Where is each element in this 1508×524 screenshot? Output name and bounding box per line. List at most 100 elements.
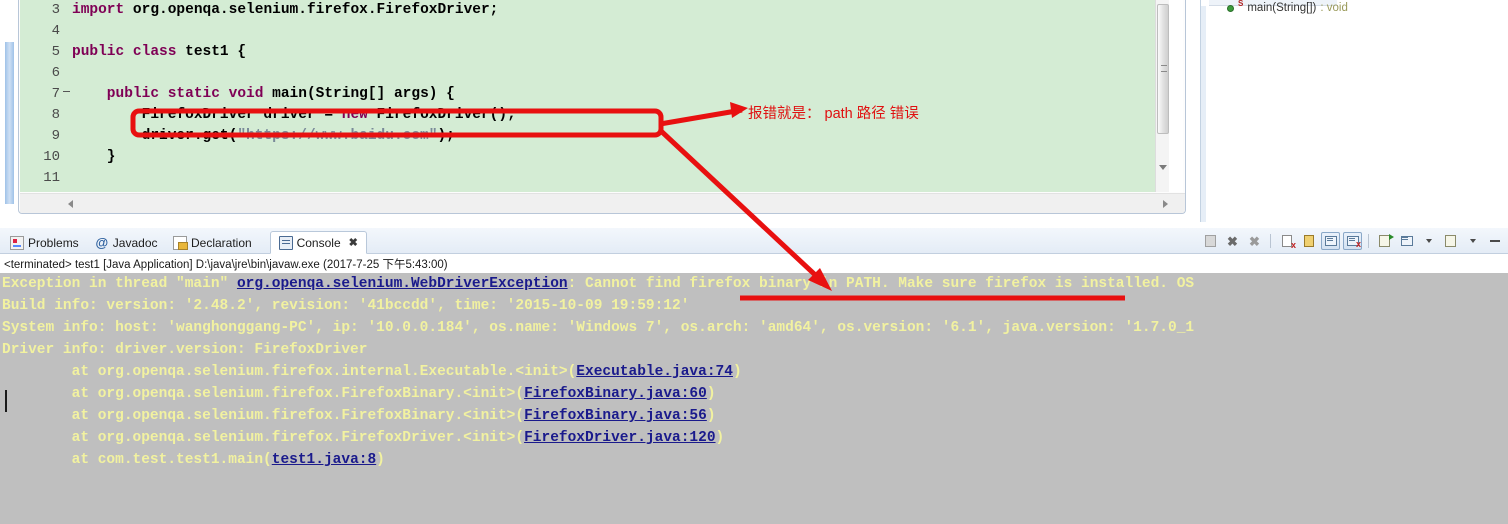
editor-scroll-down-arrow[interactable]	[1159, 165, 1167, 170]
tab-javadoc[interactable]: @ Javadoc	[87, 231, 166, 254]
code-area[interactable]: 3 4 5 6 7 8 9 10 11 import org.openqa.selenium.f…	[20, 0, 1160, 192]
console-text: at org.openqa.selenium.firefox.FirefoxBi…	[2, 386, 525, 402]
console-text: Driver info: driver.version: FirefoxDriv…	[2, 342, 368, 358]
display-selected-console-button[interactable]	[1397, 232, 1416, 250]
line-number: 3	[51, 2, 60, 18]
line-number: 11	[43, 170, 60, 186]
bottom-view-stack: Problems @ Javadoc Declaration Console ✖ ✖ ✖ …	[0, 228, 1508, 524]
code-token: public static void	[72, 86, 264, 102]
code-line[interactable]: FirefoxDriver driver = new FirefoxDriver…	[66, 105, 1160, 126]
console-line: Build info: version: '2.48.2', revision:…	[0, 295, 1508, 317]
editor-change-marker	[5, 42, 14, 204]
code-token: );	[437, 128, 455, 144]
tab-label: Javadoc	[112, 235, 158, 250]
tab-declaration[interactable]: Declaration	[165, 231, 260, 254]
code-line[interactable]	[66, 21, 1160, 42]
clear-console-button[interactable]: x	[1277, 232, 1296, 250]
pin-console-button[interactable]	[1375, 232, 1394, 250]
outline-panel: S main(String[]) : void	[1200, 0, 1508, 222]
line-number: 7	[20, 84, 70, 105]
tab-label: Problems	[28, 235, 79, 250]
terminate-button[interactable]	[1201, 232, 1220, 250]
line-number: 10	[43, 149, 60, 165]
code-line[interactable]: public static void main(String[] args) {	[66, 84, 1160, 105]
console-line: at org.openqa.selenium.firefox.FirefoxDr…	[0, 427, 1508, 449]
code-editor-panel: 3 4 5 6 7 8 9 10 11 import org.openqa.selenium.f…	[0, 0, 1190, 220]
editor-vscroll-thumb[interactable]	[1157, 4, 1169, 134]
code-token: FirefoxDriver();	[367, 107, 516, 123]
editor-frame[interactable]: 3 4 5 6 7 8 9 10 11 import org.openqa.selenium.f…	[18, 0, 1186, 214]
code-line[interactable]: driver.get("https://www.baidu.com");	[66, 126, 1160, 147]
console-text: Exception in thread "main"	[2, 276, 237, 292]
editor-horizontal-scrollbar[interactable]	[20, 193, 1185, 213]
tab-problems[interactable]: Problems	[2, 231, 87, 254]
editor-left-strip	[0, 0, 18, 220]
line-number: 8	[51, 107, 60, 123]
console-stacktrace-link[interactable]: FirefoxDriver.java:120	[524, 430, 715, 446]
console-lines: Exception in thread "main" org.openqa.se…	[0, 273, 1508, 471]
code-line[interactable]	[66, 63, 1160, 84]
code-token: org.openqa.selenium.firefox.FirefoxDrive…	[124, 2, 499, 18]
problems-icon	[10, 235, 24, 250]
editor-vertical-scrollbar[interactable]	[1155, 0, 1169, 192]
console-text: )	[706, 386, 716, 402]
console-text: : Cannot find firefox binary in PATH. Ma…	[567, 276, 1195, 292]
editor-overview-ruler[interactable]	[1169, 0, 1183, 192]
outline-item-label: main(String[])	[1247, 2, 1317, 14]
open-console-dropdown[interactable]	[1463, 232, 1482, 250]
console-text: at org.openqa.selenium.firefox.FirefoxBi…	[2, 408, 525, 424]
tab-close-icon[interactable]: ✖	[349, 236, 358, 249]
outline-left-edge	[1201, 6, 1206, 222]
console-stacktrace-link[interactable]: Executable.java:74	[576, 364, 733, 380]
open-console-button[interactable]	[1441, 232, 1460, 250]
console-line: at org.openqa.selenium.firefox.FirefoxBi…	[0, 405, 1508, 427]
console-text: )	[715, 430, 725, 446]
console-output[interactable]: Exception in thread "main" org.openqa.se…	[0, 273, 1508, 524]
remove-all-terminated-button[interactable]: ✖	[1245, 232, 1264, 250]
line-number: 9	[51, 128, 60, 144]
editor-scroll-left-arrow[interactable]	[68, 200, 73, 208]
screenshot-root: 3 4 5 6 7 8 9 10 11 import org.openqa.selenium.f…	[0, 0, 1508, 524]
console-icon	[278, 235, 293, 250]
declaration-icon	[173, 235, 188, 250]
public-method-icon	[1227, 4, 1234, 12]
outline-item-main-method[interactable]: S main(String[]) : void	[1227, 0, 1348, 14]
annotation-note-text: 报错就是： path 路径 错误	[748, 106, 919, 122]
code-token: main(String[] args) {	[263, 86, 455, 102]
code-line[interactable]: import org.openqa.selenium.firefox.Firef…	[66, 0, 1160, 21]
remove-launch-button[interactable]: ✖	[1223, 232, 1242, 250]
console-stacktrace-link[interactable]: test1.java:8	[272, 452, 376, 468]
console-text-cursor	[5, 390, 7, 412]
code-token: "https://www.baidu.com"	[237, 128, 438, 144]
minimize-button[interactable]	[1485, 232, 1504, 250]
code-line[interactable]	[66, 168, 1160, 189]
console-text: System info: host: 'wanghonggang-PC', ip…	[2, 320, 1195, 336]
terminated-process-label: <terminated> test1 [Java Application] D:…	[4, 259, 448, 271]
scroll-lock-button[interactable]	[1299, 232, 1318, 250]
show-console-on-stderr-button[interactable]: x	[1343, 232, 1362, 250]
console-stacktrace-link[interactable]: FirefoxBinary.java:56	[524, 408, 707, 424]
editor-scroll-right-arrow[interactable]	[1163, 200, 1168, 208]
console-line: Driver info: driver.version: FirefoxDriv…	[0, 339, 1508, 361]
show-console-on-output-button[interactable]	[1321, 232, 1340, 250]
console-toolbar: ✖ ✖ x x	[1201, 231, 1504, 251]
code-token: }	[72, 149, 116, 165]
display-console-dropdown[interactable]	[1419, 232, 1438, 250]
code-lines[interactable]: import org.openqa.selenium.firefox.Firef…	[66, 0, 1160, 192]
tab-label: Declaration	[191, 235, 252, 250]
code-line[interactable]: }	[66, 147, 1160, 168]
console-line: Exception in thread "main" org.openqa.se…	[0, 273, 1508, 295]
console-text: Build info: version: '2.48.2', revision:…	[2, 298, 690, 314]
console-text: )	[376, 452, 385, 468]
code-line[interactable]: public class test1 {	[66, 42, 1160, 63]
console-text: )	[706, 408, 716, 424]
console-stacktrace-link[interactable]: FirefoxBinary.java:60	[524, 386, 707, 402]
console-stacktrace-link[interactable]: org.openqa.selenium.WebDriverException	[237, 276, 568, 292]
toolbar-separator-2	[1368, 234, 1369, 248]
code-token: import	[72, 2, 125, 18]
tab-console[interactable]: Console ✖	[269, 231, 367, 254]
static-modifier-icon: S	[1238, 0, 1244, 8]
code-token: FirefoxDriver driver =	[72, 107, 342, 123]
console-line: System info: host: 'wanghonggang-PC', ip…	[0, 317, 1508, 339]
line-number: 6	[51, 65, 60, 81]
